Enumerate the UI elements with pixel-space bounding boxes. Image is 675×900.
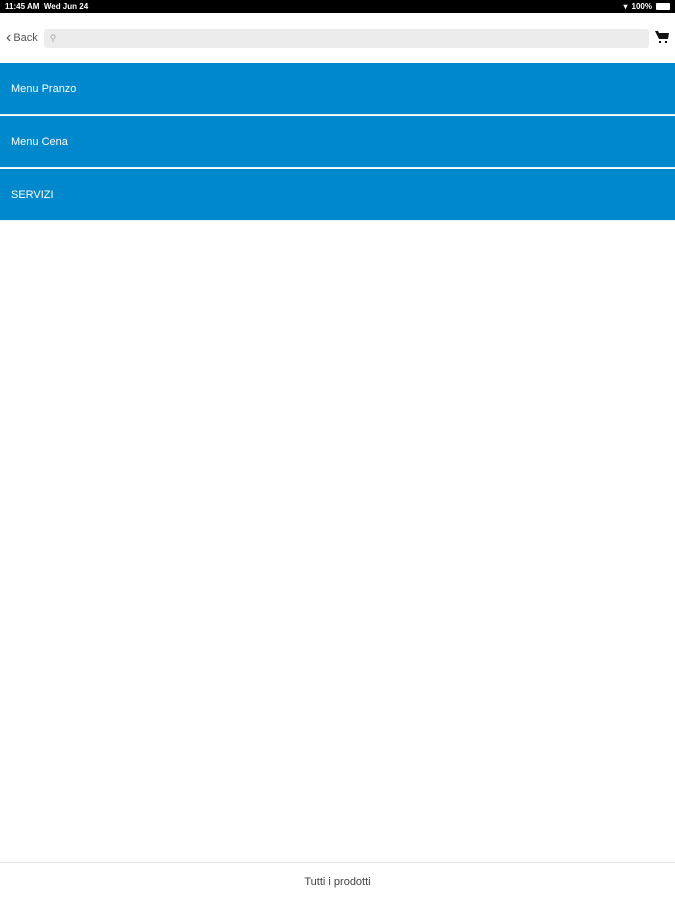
back-label: Back: [13, 32, 38, 44]
item-label: Menu Pranzo: [11, 82, 77, 95]
wifi-icon: ▾: [623, 2, 628, 11]
item-label: SERVIZI: [11, 188, 54, 201]
back-button[interactable]: ‹ Back: [6, 29, 38, 47]
menu-item-pranzo[interactable]: Menu Pranzo: [0, 63, 675, 115]
status-date: Wed Jun 24: [43, 2, 89, 11]
chevron-left-icon: ‹: [6, 29, 12, 46]
battery-icon: [656, 3, 670, 10]
menu-item-servizi[interactable]: SERVIZI: [0, 169, 675, 221]
search-icon: ⚲: [49, 32, 57, 43]
all-products-button[interactable]: Tutti i prodotti: [0, 862, 675, 900]
nav-bar: ‹ Back ⚲: [0, 13, 675, 63]
search-input[interactable]: ⚲: [43, 28, 649, 48]
category-list: Menu Pranzo Menu Cena SERVIZI: [0, 63, 675, 221]
footer-label: Tutti i prodotti: [304, 875, 371, 888]
battery-percent: 100%: [631, 2, 652, 11]
status-bar: 11:45 AM Wed Jun 24 ▾ 100%: [0, 0, 675, 13]
cart-icon[interactable]: [655, 30, 669, 46]
item-label: Menu Cena: [11, 135, 68, 148]
menu-item-cena[interactable]: Menu Cena: [0, 116, 675, 168]
status-time: 11:45 AM: [5, 2, 40, 11]
